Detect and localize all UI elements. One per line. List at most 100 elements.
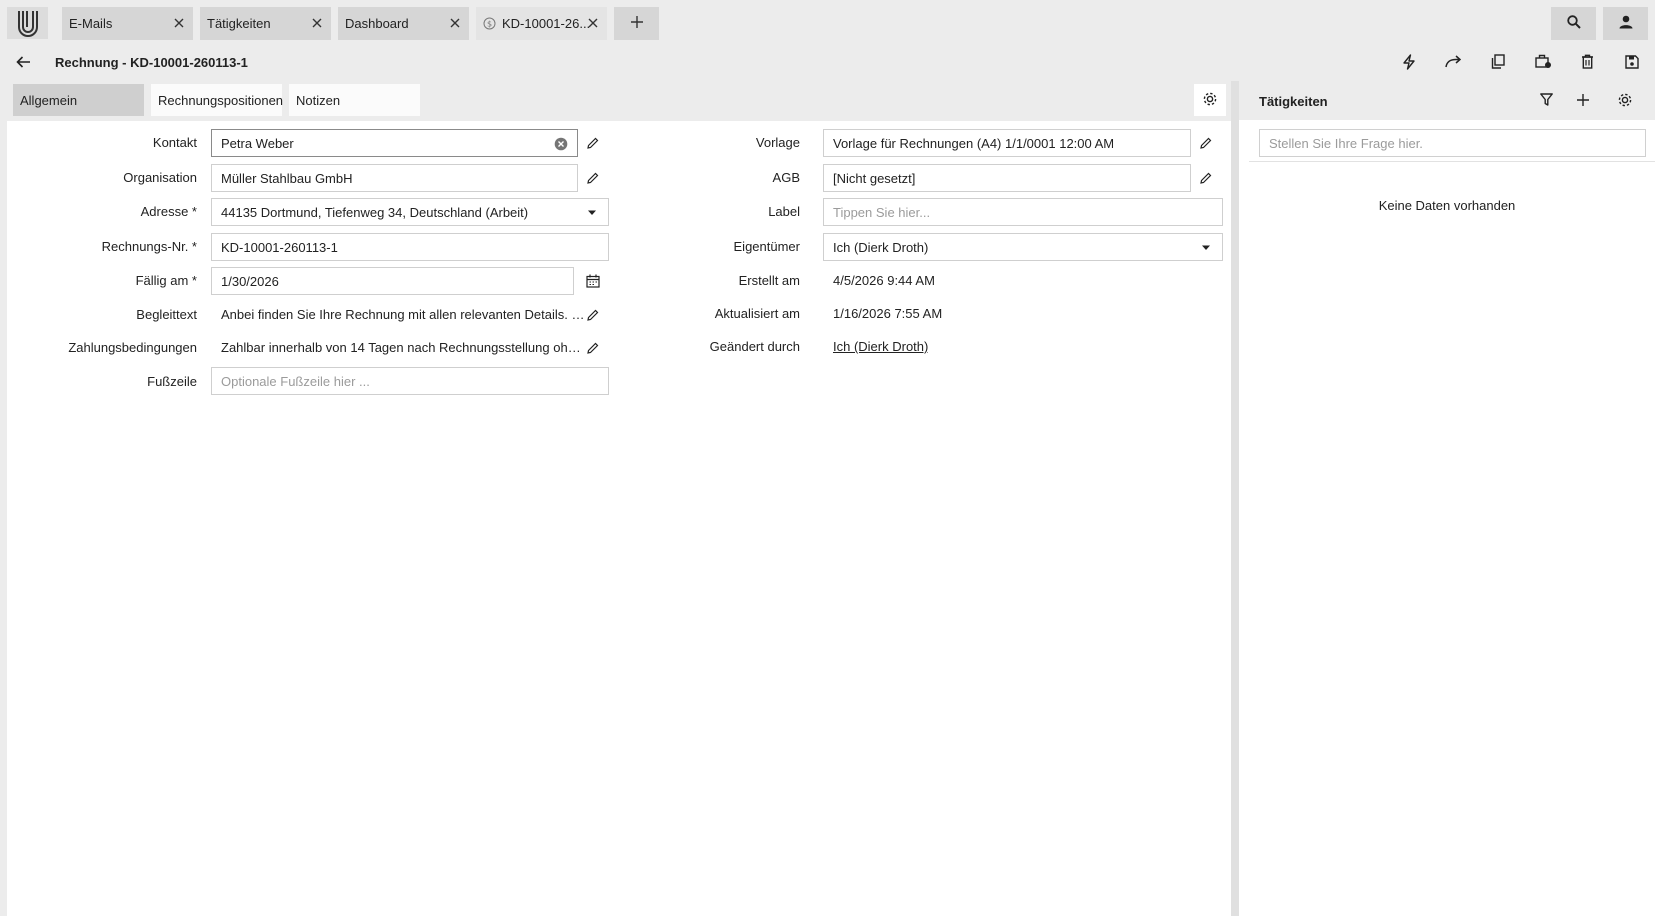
clear-circle-icon[interactable] xyxy=(553,136,569,152)
zahlungsbedingungen-label: Zahlungsbedingungen xyxy=(68,340,197,355)
svg-text:$: $ xyxy=(487,20,492,29)
subtab-label: Rechnungspositionen xyxy=(158,92,284,108)
begleittext-label: Begleittext xyxy=(136,307,197,322)
tab-invoice[interactable]: $ KD-10001-26... xyxy=(476,7,607,40)
rechnungsnr-field[interactable]: KD-10001-260113-1 xyxy=(211,233,609,261)
kontakt-field[interactable]: Petra Weber xyxy=(211,129,578,157)
kontakt-label: Kontakt xyxy=(152,135,197,150)
erstellt-label: Erstellt am xyxy=(738,273,800,288)
copy-button[interactable] xyxy=(1487,52,1509,74)
page-title: Rechnung - KD-10001-260113-1 xyxy=(55,55,248,70)
tab-label: E-Mails xyxy=(69,16,113,31)
user-button[interactable] xyxy=(1603,7,1648,40)
zahlungsbedingungen-value: Zahlbar innerhalb von 14 Tagen nach Rech… xyxy=(221,340,585,355)
filter-button[interactable] xyxy=(1535,90,1557,112)
delete-button[interactable] xyxy=(1576,52,1598,74)
briefcase-settings-icon xyxy=(1534,54,1552,72)
rechnungsnr-value: KD-10001-260113-1 xyxy=(221,239,338,255)
tab-label: Dashboard xyxy=(345,16,409,31)
pencil-icon[interactable] xyxy=(585,340,601,356)
currency-icon: $ xyxy=(483,17,496,30)
back-button[interactable] xyxy=(12,52,34,74)
app-logo[interactable] xyxy=(7,7,48,39)
agb-field[interactable]: [Nicht gesetzt] xyxy=(823,164,1191,192)
calendar-icon[interactable] xyxy=(585,273,601,289)
label-label: Label xyxy=(768,204,800,219)
close-icon[interactable] xyxy=(171,15,187,31)
plus-icon xyxy=(1577,93,1589,109)
tab-allgemein[interactable]: Allgemein xyxy=(13,84,144,116)
geaendert-link[interactable]: Ich (Dierk Droth) xyxy=(833,339,928,354)
main-panel: Allgemein Rechnungspositionen Notizen Ko… xyxy=(7,81,1231,916)
pencil-icon[interactable] xyxy=(585,307,601,323)
eigentuemer-value: Ich (Dierk Droth) xyxy=(833,239,929,255)
aktualisiert-value: 1/16/2026 7:55 AM xyxy=(833,306,943,321)
tab-notizen[interactable]: Notizen xyxy=(289,84,420,116)
begleittext-value: Anbei finden Sie Ihre Rechnung mit allen… xyxy=(221,307,585,322)
tab-dashboard[interactable]: Dashboard xyxy=(338,7,469,40)
geaendert-label: Geändert durch xyxy=(709,339,800,354)
plus-icon xyxy=(630,16,643,31)
pencil-icon[interactable] xyxy=(585,170,601,186)
panel-splitter[interactable] xyxy=(1231,81,1239,916)
tab-taetigkeiten[interactable]: Tätigkeiten xyxy=(200,7,331,40)
faellig-label: Fällig am * xyxy=(135,273,197,288)
agb-value: [Nicht gesetzt] xyxy=(833,170,916,186)
label-placeholder: Tippen Sie hier... xyxy=(833,204,931,220)
close-icon[interactable] xyxy=(309,15,325,31)
tab-emails[interactable]: E-Mails xyxy=(62,7,193,40)
save-button[interactable] xyxy=(1621,52,1643,74)
forward-button[interactable] xyxy=(1442,52,1464,74)
tab-label: KD-10001-26... xyxy=(502,16,591,31)
subtab-label: Allgemein xyxy=(20,92,78,108)
close-icon[interactable] xyxy=(585,15,601,31)
pencil-icon[interactable] xyxy=(1198,135,1214,151)
activities-title: Tätigkeiten xyxy=(1259,94,1328,109)
eigentuemer-select[interactable]: Ich (Dierk Droth) xyxy=(823,233,1223,261)
add-activity-button[interactable] xyxy=(1572,90,1594,112)
organisation-field[interactable]: Müller Stahlbau GmbH xyxy=(211,164,578,192)
search-icon xyxy=(1566,15,1581,32)
pencil-icon[interactable] xyxy=(585,135,601,151)
vorlage-label: Vorlage xyxy=(755,135,800,150)
vorlage-field[interactable]: Vorlage für Rechnungen (A4) 1/1/0001 12:… xyxy=(823,129,1191,157)
faellig-value: 1/30/2026 xyxy=(221,273,279,289)
close-icon[interactable] xyxy=(447,15,463,31)
adresse-select[interactable]: 44135 Dortmund, Tiefenweg 34, Deutschlan… xyxy=(211,198,609,226)
subtab-label: Notizen xyxy=(296,92,341,108)
activities-settings-button[interactable] xyxy=(1614,90,1636,112)
briefcase-settings-button[interactable] xyxy=(1532,52,1554,74)
fusszeile-label: Fußzeile xyxy=(147,374,197,389)
organisation-label: Organisation xyxy=(123,170,197,185)
lightning-button[interactable] xyxy=(1398,52,1420,74)
record-header: Rechnung - KD-10001-260113-1 xyxy=(0,44,1655,81)
lightning-icon xyxy=(1402,53,1416,73)
fusszeile-field[interactable]: Optionale Fußzeile hier ... xyxy=(211,367,609,395)
search-button[interactable] xyxy=(1551,7,1596,40)
form-settings-button[interactable] xyxy=(1194,84,1226,116)
gear-icon xyxy=(1617,92,1633,111)
adresse-label: Adresse * xyxy=(140,204,197,219)
record-subtabs: Allgemein Rechnungspositionen Notizen xyxy=(7,81,1231,121)
fusszeile-placeholder: Optionale Fußzeile hier ... xyxy=(221,373,370,389)
trash-icon xyxy=(1581,54,1594,72)
tab-label: Tätigkeiten xyxy=(207,16,271,31)
pencil-icon[interactable] xyxy=(1198,170,1214,186)
erstellt-value: 4/5/2026 9:44 AM xyxy=(833,273,935,288)
forward-icon xyxy=(1444,55,1462,71)
tab-rechnungspositionen[interactable]: Rechnungspositionen xyxy=(151,84,284,116)
search-placeholder: Stellen Sie Ihre Frage hier. xyxy=(1269,135,1423,151)
activities-search-input[interactable]: Stellen Sie Ihre Frage hier. xyxy=(1259,129,1646,157)
activities-panel: Tätigkeiten Stellen Sie Ihre Frage hier.… xyxy=(1239,81,1655,916)
organisation-value: Müller Stahlbau GmbH xyxy=(221,170,353,186)
rechnungsnr-label: Rechnungs-Nr. * xyxy=(101,239,197,254)
eigentuemer-label: Eigentümer xyxy=(733,239,800,254)
label-input[interactable]: Tippen Sie hier... xyxy=(823,198,1223,226)
divider xyxy=(1249,161,1655,162)
empty-state-text: Keine Daten vorhanden xyxy=(1378,198,1516,213)
faellig-date-field[interactable]: 1/30/2026 xyxy=(211,267,574,295)
caret-down-icon xyxy=(584,205,600,221)
aktualisiert-label: Aktualisiert am xyxy=(714,306,800,321)
add-tab-button[interactable] xyxy=(614,7,659,40)
agb-label: AGB xyxy=(772,170,800,185)
